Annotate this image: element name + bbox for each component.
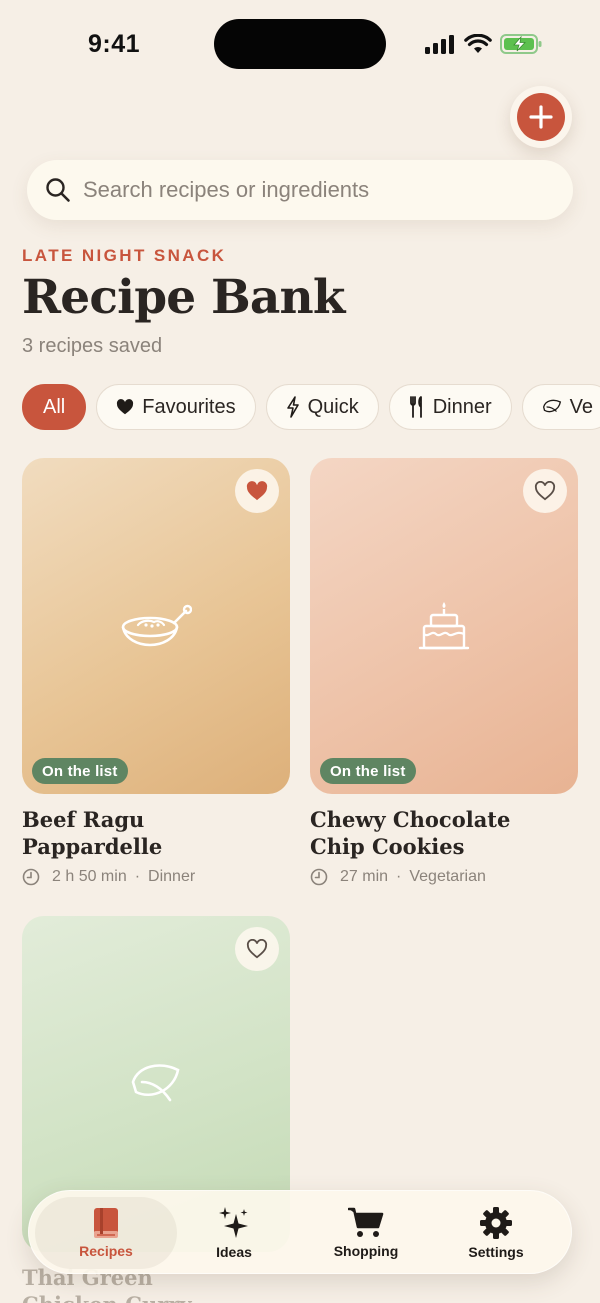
leaf-icon (131, 1064, 180, 1102)
recipe-card[interactable]: On the list Beef Ragu Pappardelle 2 h 50… (22, 458, 290, 886)
fork-knife-icon (409, 396, 422, 418)
chip-label: Dinner (432, 395, 492, 418)
tab-settings[interactable]: Settings (433, 1191, 559, 1275)
filter-chips: All Favourites Quick Dinner Ve (22, 384, 600, 432)
filter-chip-vegetarian[interactable]: Ve (521, 384, 600, 430)
meta-separator: · (134, 868, 141, 885)
heart-outline-icon (246, 939, 268, 959)
pan-icon (121, 604, 192, 647)
battery-charging-icon (500, 34, 542, 54)
recipe-category: Dinner (148, 868, 196, 885)
recipe-title: Beef Ragu Pappardelle (22, 807, 163, 859)
favourite-button[interactable] (235, 927, 279, 971)
status-badge: On the list (320, 758, 416, 784)
filter-chip-favourites[interactable]: Favourites (96, 384, 256, 430)
status-icons (424, 30, 542, 58)
favourite-button[interactable] (523, 469, 567, 513)
cook-time: 2 h 50 min (52, 868, 127, 885)
recipe-title-line: Chip Cookies (310, 834, 465, 859)
tab-bar: Recipes Ideas Shopping Settings (28, 1190, 572, 1274)
book-icon (94, 1208, 118, 1238)
clock-icon (310, 868, 328, 886)
filter-chip-all[interactable]: All (22, 384, 87, 430)
cake-icon (418, 602, 470, 650)
sparkles-icon (219, 1207, 248, 1238)
heart-filled-icon (246, 481, 268, 501)
heart-icon (117, 399, 134, 415)
recipe-category: Vegetarian (409, 868, 486, 885)
cellular-signal-icon (425, 35, 454, 54)
recipe-image: On the list (310, 458, 578, 794)
filter-chip-quick[interactable]: Quick (265, 384, 379, 430)
chip-label: Quick (307, 395, 359, 418)
recipe-count: 3 recipes saved (22, 335, 163, 357)
recipe-meta: 2 h 50 min · Dinner (22, 868, 290, 886)
gear-icon (480, 1207, 512, 1239)
plus-icon (529, 105, 553, 129)
search-icon (46, 178, 70, 202)
meta-separator: · (396, 868, 402, 885)
search-bar[interactable] (27, 160, 573, 220)
chip-label: Favourites (142, 395, 236, 418)
tab-ideas[interactable]: Ideas (169, 1191, 299, 1275)
status-badge: On the list (32, 758, 128, 784)
recipe-title-line: Chewy Chocolate (310, 807, 511, 832)
cart-icon (348, 1207, 384, 1237)
status-time: 9:41 (88, 30, 141, 58)
dynamic-island (214, 19, 386, 69)
cook-time: 27 min (340, 868, 389, 885)
status-bar: 9:41 (0, 0, 600, 90)
add-recipe-button[interactable] (510, 86, 572, 148)
leaf-icon (542, 399, 561, 413)
recipe-title: Chewy Chocolate Chip Cookies (310, 806, 578, 860)
clock-icon (22, 868, 40, 886)
wifi-icon (464, 34, 492, 53)
section-eyebrow: LATE NIGHT SNACK (22, 246, 227, 265)
recipe-title-line: Chicken Curry (22, 1291, 290, 1303)
heart-outline-icon (534, 481, 556, 501)
page-title: Recipe Bank (22, 270, 345, 325)
tab-shopping[interactable]: Shopping (299, 1191, 433, 1275)
recipe-card[interactable]: On the list Chewy Chocolate Chip Cookies… (310, 458, 578, 886)
filter-chip-dinner[interactable]: Dinner (388, 384, 512, 430)
search-input[interactable] (83, 177, 543, 203)
chip-label: All (43, 395, 66, 418)
tab-label: Recipes (79, 1243, 133, 1259)
chip-label: Ve (569, 395, 594, 418)
tab-label: Ideas (216, 1244, 252, 1260)
bolt-icon (286, 396, 299, 418)
favourite-button[interactable] (235, 469, 279, 513)
tab-label: Settings (468, 1244, 524, 1260)
recipe-image: On the list (22, 458, 290, 794)
tab-label: Shopping (333, 1243, 399, 1259)
recipe-meta: 27 min · Vegetarian (310, 868, 578, 886)
tab-recipes[interactable]: Recipes (35, 1197, 177, 1269)
